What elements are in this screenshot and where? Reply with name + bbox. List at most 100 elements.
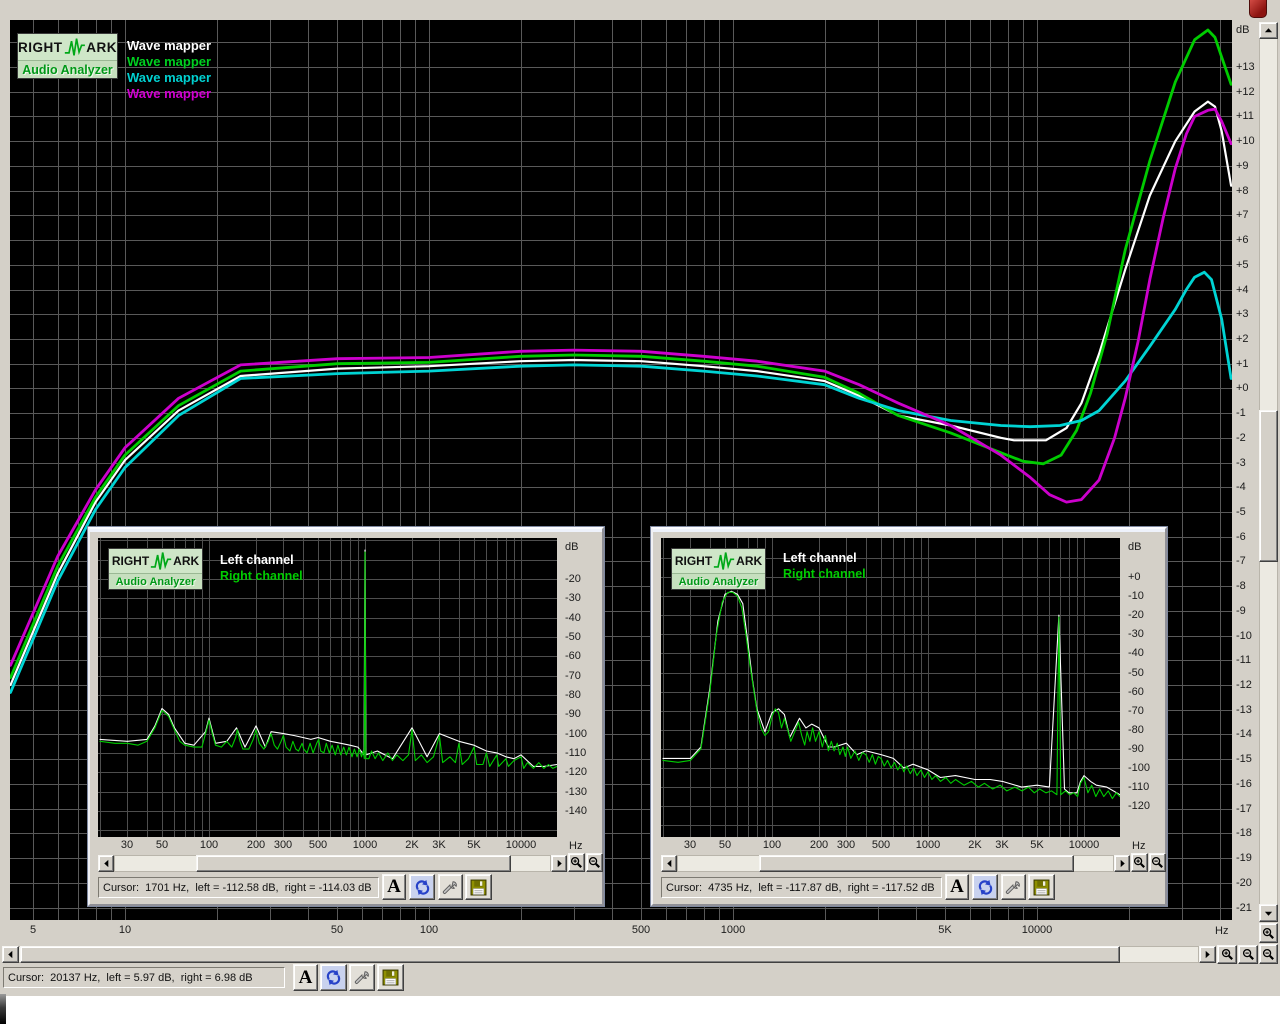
zoom-out-icon — [1151, 856, 1164, 869]
main-x-axis-labels: 5 10 50 100 500 1000 5K 10000 — [10, 924, 1232, 940]
y-tick-label: -80 — [1128, 724, 1144, 736]
x-tick-label: 10 — [118, 924, 132, 936]
horizontal-scrollbar-thumb[interactable] — [196, 855, 511, 872]
x-tick-label: 5K — [938, 924, 952, 936]
cursor-status-field: Cursor: 4735 Hz, left = -117.87 dB, righ… — [661, 877, 942, 898]
x-tick-label: 1000 — [352, 839, 378, 851]
x-tick-label: 30 — [120, 839, 134, 851]
y-tick-label: -10 — [1236, 630, 1252, 642]
legend-left-channel: Left channel — [220, 553, 294, 567]
scroll-left-button[interactable] — [2, 946, 19, 963]
x-zoom-out-button[interactable] — [586, 853, 603, 872]
x-tick-label: 50 — [718, 839, 732, 851]
font-button[interactable]: A — [945, 874, 969, 900]
y-axis-labels: -20 -30 -40 -50 -60 -70 -80 -90 -100 -110 -120 -130… — [560, 538, 604, 838]
y-tick-label: -14 — [1236, 728, 1252, 740]
screen: RIGHT ARK Audio Analyzer Wave mapper Wav… — [0, 0, 1280, 1024]
y-tick-label: +3 — [1236, 308, 1249, 320]
x-tick-label: 5K — [1030, 839, 1044, 851]
y-tick-label: +12 — [1236, 86, 1255, 98]
scroll-down-button[interactable] — [1259, 904, 1278, 922]
y-tick-label: -140 — [565, 805, 588, 817]
y-zoom-out-button[interactable] — [1259, 944, 1278, 964]
refresh-button[interactable] — [409, 874, 435, 900]
zoom-in-icon — [1262, 927, 1275, 940]
scroll-up-button[interactable] — [1259, 22, 1278, 39]
vertical-scrollbar-thumb[interactable] — [1259, 410, 1278, 562]
refresh-button[interactable] — [972, 874, 998, 900]
rightmark-logo-brand: RIGHT ARK — [672, 549, 765, 574]
waveform-icon — [151, 552, 172, 570]
y-tick-label: -90 — [1128, 743, 1144, 755]
x-tick-label: 2K — [968, 839, 982, 851]
scroll-right-button[interactable] — [1199, 946, 1216, 963]
y-tick-label: +0 — [1236, 382, 1249, 394]
horizontal-scrollbar-thumb[interactable] — [20, 946, 1120, 963]
x-axis-labels: 30 50 100 200 300 500 1000 2K 3K 5K 10000 — [661, 839, 1120, 853]
setup-button[interactable] — [1001, 874, 1026, 900]
y-tick-label: +5 — [1236, 259, 1249, 271]
y-axis-unit: dB — [565, 541, 579, 553]
legend-wave-mapper-1: Wave mapper — [127, 38, 212, 53]
rightmark-logo: RIGHT ARK Audio Analyzer — [671, 548, 766, 590]
x-tick-label: 3K — [432, 839, 446, 851]
save-button[interactable] — [465, 874, 492, 900]
font-button[interactable]: A — [293, 964, 318, 991]
scroll-right-button[interactable] — [1114, 855, 1130, 872]
scroll-left-button[interactable] — [98, 855, 114, 872]
logo-brand-right: ARK — [736, 554, 763, 568]
y-tick-label: -100 — [1128, 762, 1151, 774]
zoom-out-icon — [588, 856, 601, 869]
y-tick-label: -80 — [565, 689, 581, 701]
y-tick-label: +11 — [1236, 110, 1254, 122]
y-tick-label: -30 — [565, 592, 581, 604]
y-tick-label: -2 — [1236, 432, 1246, 444]
x-tick-label: 5 — [29, 924, 37, 936]
x-zoom-in-button[interactable] — [568, 853, 585, 872]
wrench-icon — [1005, 879, 1022, 896]
setup-button[interactable] — [438, 874, 463, 900]
curve-right-channel — [662, 591, 1120, 800]
horizontal-scrollbar-thumb[interactable] — [759, 855, 1074, 872]
scroll-right-button[interactable] — [551, 855, 567, 872]
x-axis-unit: Hz — [569, 840, 583, 852]
y-tick-label: -7 — [1236, 555, 1246, 567]
x-tick-label: 500 — [631, 924, 651, 936]
y-tick-label: -4 — [1236, 481, 1246, 493]
y-tick-label: +9 — [1236, 160, 1249, 172]
refresh-icon — [325, 969, 342, 986]
y-tick-label: -90 — [565, 708, 581, 720]
arrow-right-icon — [1118, 859, 1127, 868]
rightmark-logo-brand: RIGHT ARK — [18, 34, 117, 62]
scroll-left-button[interactable] — [661, 855, 677, 872]
setup-button[interactable] — [349, 964, 375, 991]
y-zoom-in-button[interactable] — [1259, 923, 1278, 943]
floppy-icon — [470, 879, 487, 896]
save-button[interactable] — [377, 964, 404, 991]
y-tick-label: -21 — [1236, 902, 1252, 914]
x-zoom-in-button[interactable] — [1217, 945, 1237, 964]
y-tick-label: -8 — [1236, 580, 1246, 592]
y-tick-label: -40 — [565, 612, 581, 624]
y-tick-label: -120 — [1128, 800, 1151, 812]
x-tick-label: 300 — [273, 839, 293, 851]
refresh-button[interactable] — [320, 964, 347, 991]
spectrum-window-right: RIGHT ARK Audio Analyzer Left channel Ri… — [650, 526, 1168, 907]
zoom-in-icon — [570, 856, 583, 869]
y-tick-label: -1 — [1236, 407, 1246, 419]
x-zoom-out-button[interactable] — [1238, 945, 1258, 964]
y-tick-label: -6 — [1236, 531, 1246, 543]
x-zoom-out-button[interactable] — [1149, 853, 1166, 872]
spectrum-window-left: RIGHT ARK Audio Analyzer Left channel Ri… — [87, 526, 605, 907]
y-tick-label: -110 — [565, 747, 587, 759]
font-button[interactable]: A — [382, 874, 406, 900]
main-x-axis-unit: Hz — [1215, 925, 1229, 937]
arrow-right-icon — [555, 859, 564, 868]
wrench-icon — [442, 879, 459, 896]
zoom-out-icon — [1242, 948, 1255, 961]
logo-subtitle: Audio Analyzer — [18, 61, 117, 78]
y-tick-label: -30 — [1128, 628, 1144, 640]
save-button[interactable] — [1028, 874, 1055, 900]
x-tick-label: 100 — [419, 924, 439, 936]
x-zoom-in-button[interactable] — [1131, 853, 1148, 872]
